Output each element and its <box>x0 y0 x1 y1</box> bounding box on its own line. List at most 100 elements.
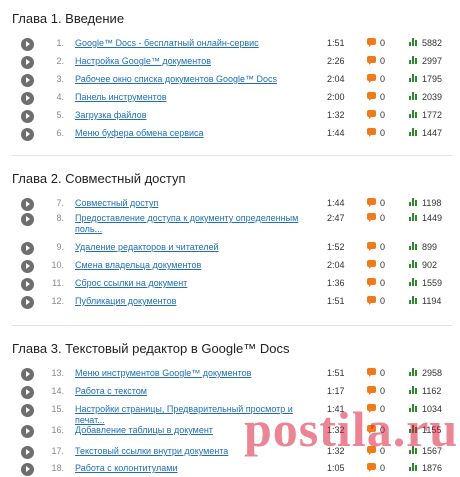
play-icon[interactable] <box>21 463 34 476</box>
views-chart-icon <box>409 213 418 221</box>
lesson-title-link[interactable]: Удаление редакторов и читателей <box>75 242 315 253</box>
lesson-number: 8. <box>56 213 64 223</box>
lesson-duration: 2:04 <box>327 260 345 270</box>
lesson-number: 15. <box>51 404 64 414</box>
lesson-title-link[interactable]: Предоставление доступа к документу опред… <box>75 213 315 235</box>
views-chart-icon <box>409 74 418 82</box>
lesson-number: 1. <box>56 38 64 48</box>
comment-icon[interactable] <box>367 213 376 222</box>
views-chart-icon <box>409 56 418 64</box>
comment-icon[interactable] <box>367 92 376 101</box>
comment-count: 0 <box>380 38 386 48</box>
comment-icon[interactable] <box>367 38 376 47</box>
view-count: 1559 <box>422 278 443 288</box>
lesson-number: 17. <box>51 446 64 456</box>
play-icon[interactable] <box>21 56 34 69</box>
views-chart-icon <box>409 128 418 136</box>
lesson-title-link[interactable]: Смена владельца документов <box>75 260 315 271</box>
play-icon[interactable] <box>21 110 34 123</box>
lesson-title-link[interactable]: Сброс ссылки на документ <box>75 278 315 289</box>
comment-icon[interactable] <box>367 56 376 65</box>
chapter-title: Глава 1. Введение <box>12 11 125 26</box>
comment-icon[interactable] <box>367 463 376 472</box>
lesson-number: 3. <box>56 74 64 84</box>
comment-count: 0 <box>380 128 386 138</box>
comment-icon[interactable] <box>367 278 376 287</box>
play-icon[interactable] <box>21 425 34 438</box>
chapter-title: Глава 3. Текстовый редактор в Google™ Do… <box>12 341 290 356</box>
comment-icon[interactable] <box>367 128 376 137</box>
comment-count: 0 <box>380 56 386 66</box>
comment-icon[interactable] <box>367 296 376 305</box>
chapter-section: Глава 2. Совместный доступ 7. Совместный д… <box>12 170 452 309</box>
lesson-title-link[interactable]: Совместный доступ <box>75 198 315 209</box>
lesson-title-link[interactable]: Работа с колонтитулами <box>75 463 315 474</box>
comment-icon[interactable] <box>367 386 376 395</box>
view-count: 1447 <box>422 128 443 138</box>
lesson-title-link[interactable]: Панель инструментов <box>75 92 315 103</box>
view-count: 1876 <box>422 463 443 473</box>
play-icon[interactable] <box>21 38 34 51</box>
comment-icon[interactable] <box>367 368 376 377</box>
play-icon[interactable] <box>21 260 34 273</box>
views-chart-icon <box>409 92 418 100</box>
chapter-title: Глава 2. Совместный доступ <box>12 171 186 186</box>
play-icon[interactable] <box>21 278 34 291</box>
comment-icon[interactable] <box>367 242 376 251</box>
view-count: 2958 <box>422 368 443 378</box>
views-chart-icon <box>409 296 418 304</box>
lesson-duration: 1:51 <box>327 296 345 306</box>
lesson-number: 18. <box>51 463 64 473</box>
views-chart-icon <box>409 198 418 206</box>
comment-count: 0 <box>380 242 386 252</box>
chapter-section: Глава 1. Введение 1. Google™ Docs - беспла… <box>12 10 452 141</box>
lesson-title-link[interactable]: Меню буфера обмена сервиса <box>75 128 315 139</box>
play-icon[interactable] <box>21 92 34 105</box>
play-icon[interactable] <box>21 446 34 459</box>
play-icon[interactable] <box>21 242 34 255</box>
lesson-title-link[interactable]: Публикация документов <box>75 296 315 307</box>
lesson-title-link[interactable]: Рабочее окно списка документов Google™ D… <box>75 74 315 85</box>
lesson-number: 2. <box>56 56 64 66</box>
views-chart-icon <box>409 386 418 394</box>
play-icon[interactable] <box>21 368 34 381</box>
view-count: 2039 <box>422 92 443 102</box>
lesson-number: 12. <box>51 296 64 306</box>
chapter-section: Глава 3. Текстовый редактор в Google™ Do… <box>12 340 452 476</box>
lesson-duration: 2:00 <box>327 92 345 102</box>
comment-count: 0 <box>380 368 386 378</box>
lesson-number: 11. <box>52 278 64 288</box>
lesson-title-link[interactable]: Загрузка файлов <box>75 110 315 121</box>
comment-count: 0 <box>380 463 386 473</box>
play-icon[interactable] <box>21 404 34 417</box>
view-count: 1772 <box>422 110 443 120</box>
lesson-title-link[interactable]: Google™ Docs - бесплатный онлайн-сервис <box>75 38 315 49</box>
lesson-duration: 2:26 <box>327 56 345 66</box>
comment-count: 0 <box>380 386 386 396</box>
lesson-title-link[interactable]: Настройка Google™ документов <box>75 56 315 67</box>
views-chart-icon <box>409 463 418 471</box>
comment-count: 0 <box>380 74 386 84</box>
comment-count: 0 <box>380 213 386 223</box>
lesson-title-link[interactable]: Меню инструментов Google™ документов <box>75 368 315 379</box>
lesson-number: 10. <box>51 260 64 270</box>
view-count: 5882 <box>422 38 443 48</box>
play-icon[interactable] <box>21 296 34 309</box>
lesson-duration: 1:52 <box>327 242 345 252</box>
comment-icon[interactable] <box>367 74 376 83</box>
comment-icon[interactable] <box>367 198 376 207</box>
watermark: postila.ru <box>244 401 459 457</box>
lesson-number: 16. <box>51 425 64 435</box>
play-icon[interactable] <box>21 198 34 211</box>
comment-count: 0 <box>380 296 386 306</box>
play-icon[interactable] <box>21 213 34 226</box>
lesson-title-link[interactable]: Работа с текстом <box>75 386 315 397</box>
play-icon[interactable] <box>21 128 34 141</box>
play-icon[interactable] <box>21 386 34 399</box>
views-chart-icon <box>409 38 418 46</box>
play-icon[interactable] <box>21 74 34 87</box>
lesson-duration: 2:47 <box>327 213 345 223</box>
lesson-duration: 1:51 <box>327 368 345 378</box>
comment-icon[interactable] <box>367 260 376 269</box>
comment-icon[interactable] <box>367 110 376 119</box>
